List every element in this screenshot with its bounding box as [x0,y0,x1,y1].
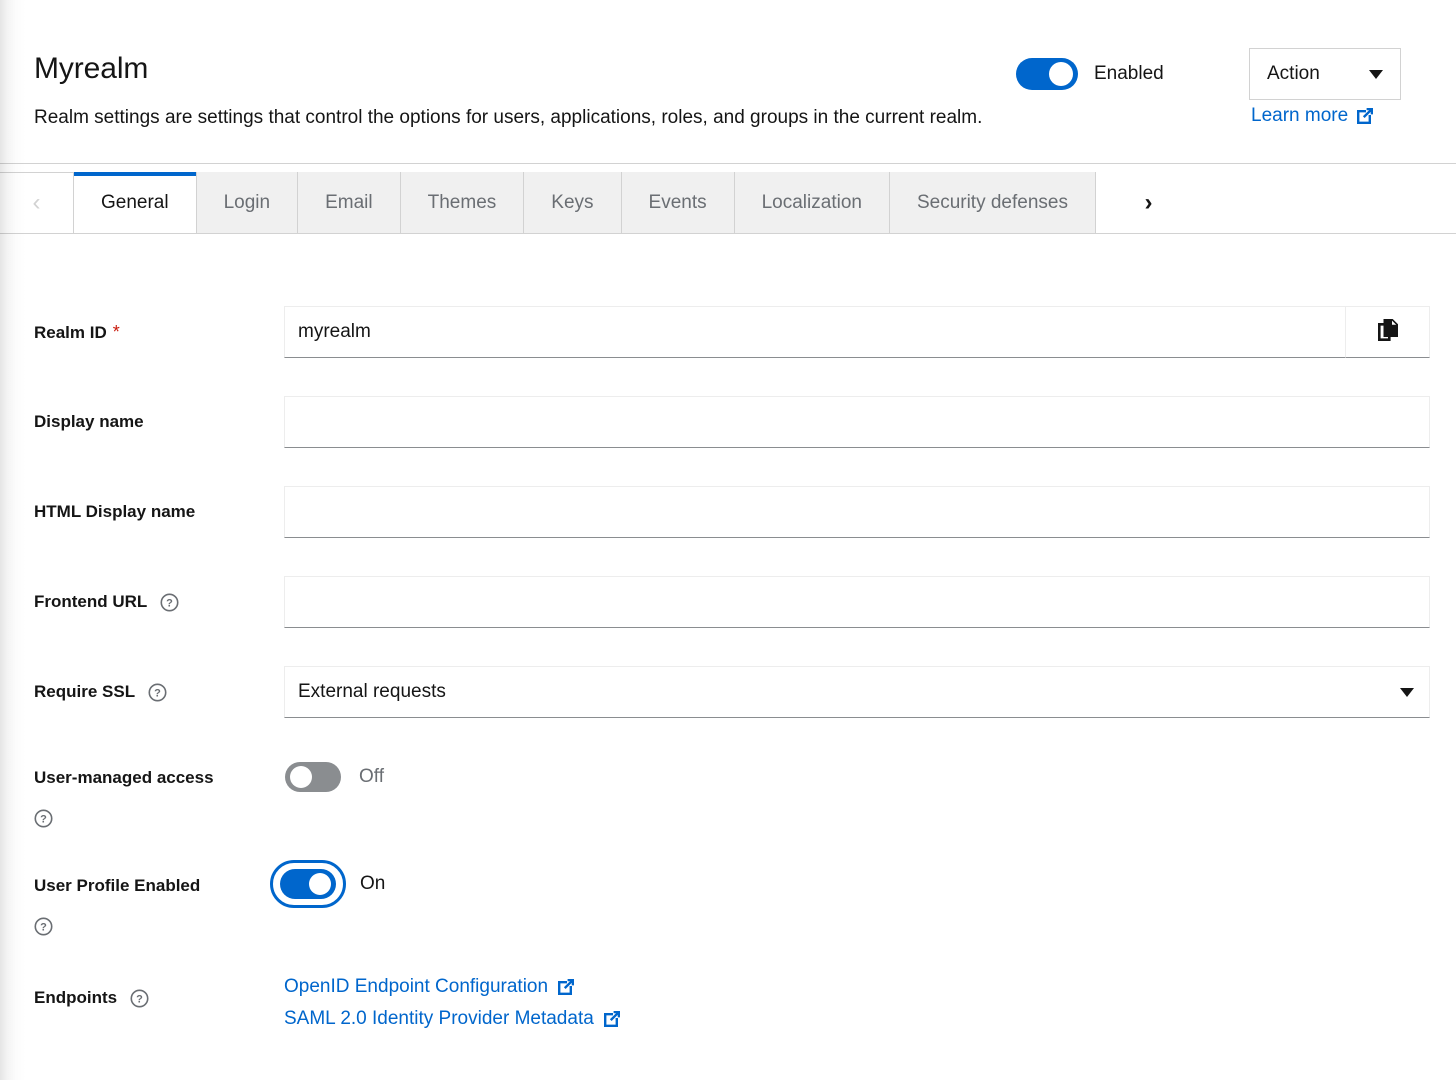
chevron-right-icon: › [1144,191,1152,215]
endpoints-control: OpenID Endpoint Configuration SAML 2.0 I… [284,976,622,1030]
tab-localization[interactable]: Localization [735,172,890,234]
display-name-label: Display name [34,410,274,434]
tab-login[interactable]: Login [197,172,299,234]
svg-text:?: ? [154,688,161,700]
tab-label: General [101,192,169,214]
label-text: Frontend URL [34,592,147,611]
link-label: OpenID Endpoint Configuration [284,976,548,998]
tab-email[interactable]: Email [298,172,401,234]
html-display-name-control [284,486,1430,538]
tabs-underline [0,233,1456,234]
require-ssl-selected-value: External requests [298,681,446,703]
help-circle-icon[interactable]: ? [148,683,167,702]
label-text: Display name [34,412,144,431]
realm-enabled-group: Enabled [1016,58,1164,90]
label-text: Realm ID [34,323,107,342]
openid-endpoint-configuration-link[interactable]: OpenID Endpoint Configuration [284,976,576,998]
user-profile-enabled-control: On [270,860,385,908]
tab-label: Events [649,192,707,214]
tabs-scroll-left-button[interactable]: ‹ [0,172,74,234]
require-ssl-label: Require SSL ? [34,680,274,704]
learn-more-label: Learn more [1251,105,1348,127]
user-managed-access-control: Off [285,762,384,792]
tab-label: Email [325,192,373,214]
svg-text:?: ? [40,922,47,934]
html-display-name-input[interactable] [284,486,1430,538]
help-circle-icon[interactable]: ? [130,989,149,1008]
chevron-down-icon [1369,70,1383,79]
page-subtitle: Realm settings are settings that control… [34,105,982,131]
realm-id-input[interactable] [284,306,1346,358]
label-text: HTML Display name [34,502,195,521]
copy-icon [1375,317,1401,348]
display-name-control [284,396,1430,448]
tab-themes[interactable]: Themes [401,172,525,234]
tab-label: Login [224,192,271,214]
tab-events[interactable]: Events [622,172,735,234]
chevron-down-icon [1400,688,1414,697]
tab-label: Security defenses [917,192,1068,214]
html-display-name-label: HTML Display name [34,500,274,524]
required-marker: * [113,322,120,342]
tab-keys[interactable]: Keys [524,172,621,234]
tab-general[interactable]: General [74,172,197,234]
realm-enabled-label: Enabled [1094,63,1164,85]
chevron-left-icon: ‹ [33,191,41,215]
copy-realm-id-button[interactable] [1346,306,1430,358]
user-managed-access-label: User-managed access ? [34,766,274,830]
action-dropdown-button[interactable]: Action [1249,48,1401,100]
label-text: User-managed access [34,768,214,787]
require-ssl-control: External requests [284,666,1430,718]
toggle-knob [1049,62,1073,86]
realm-settings-tabs: ‹ General Login Email Themes Keys Events… [0,172,1456,234]
endpoints-label: Endpoints ? [34,986,274,1010]
action-dropdown-label: Action [1267,63,1320,85]
realm-id-label: Realm ID * [34,320,274,345]
toggle-knob [290,766,312,788]
tab-label: Themes [428,192,497,214]
tab-label: Localization [762,192,862,214]
label-text: User Profile Enabled [34,876,200,895]
user-profile-enabled-toggle[interactable] [280,869,336,899]
realm-enabled-toggle[interactable] [1016,58,1078,90]
svg-text:?: ? [136,994,143,1006]
page-title: Myrealm [34,51,148,87]
user-profile-enabled-state: On [360,873,385,895]
label-text: Endpoints [34,988,117,1007]
external-link-icon [556,977,576,997]
help-circle-icon[interactable]: ? [34,809,53,828]
tab-label: Keys [551,192,593,214]
saml-idp-metadata-link[interactable]: SAML 2.0 Identity Provider Metadata [284,1008,622,1030]
svg-text:?: ? [40,814,47,826]
frontend-url-input[interactable] [284,576,1430,628]
help-circle-icon[interactable]: ? [34,917,53,936]
toggle-knob [309,873,331,895]
link-label: SAML 2.0 Identity Provider Metadata [284,1008,594,1030]
external-link-icon [1355,106,1375,126]
help-circle-icon[interactable]: ? [160,593,179,612]
display-name-input[interactable] [284,396,1430,448]
page-header: Myrealm Realm settings are settings that… [0,0,1456,164]
label-text: Require SSL [34,682,135,701]
frontend-url-label: Frontend URL ? [34,590,274,614]
user-profile-enabled-focus-ring [270,860,346,908]
user-managed-access-state: Off [359,766,384,788]
realm-id-control [284,306,1430,358]
require-ssl-select[interactable]: External requests [284,666,1430,718]
realm-settings-page: Myrealm Realm settings are settings that… [0,0,1456,1080]
tabs-scroll-right-button[interactable]: › [1096,172,1201,234]
tab-security-defenses[interactable]: Security defenses [890,172,1096,234]
learn-more-link[interactable]: Learn more [1251,105,1375,127]
external-link-icon [602,1009,622,1029]
svg-text:?: ? [166,598,173,610]
user-managed-access-toggle[interactable] [285,762,341,792]
frontend-url-control [284,576,1430,628]
user-profile-enabled-label: User Profile Enabled ? [34,874,274,938]
